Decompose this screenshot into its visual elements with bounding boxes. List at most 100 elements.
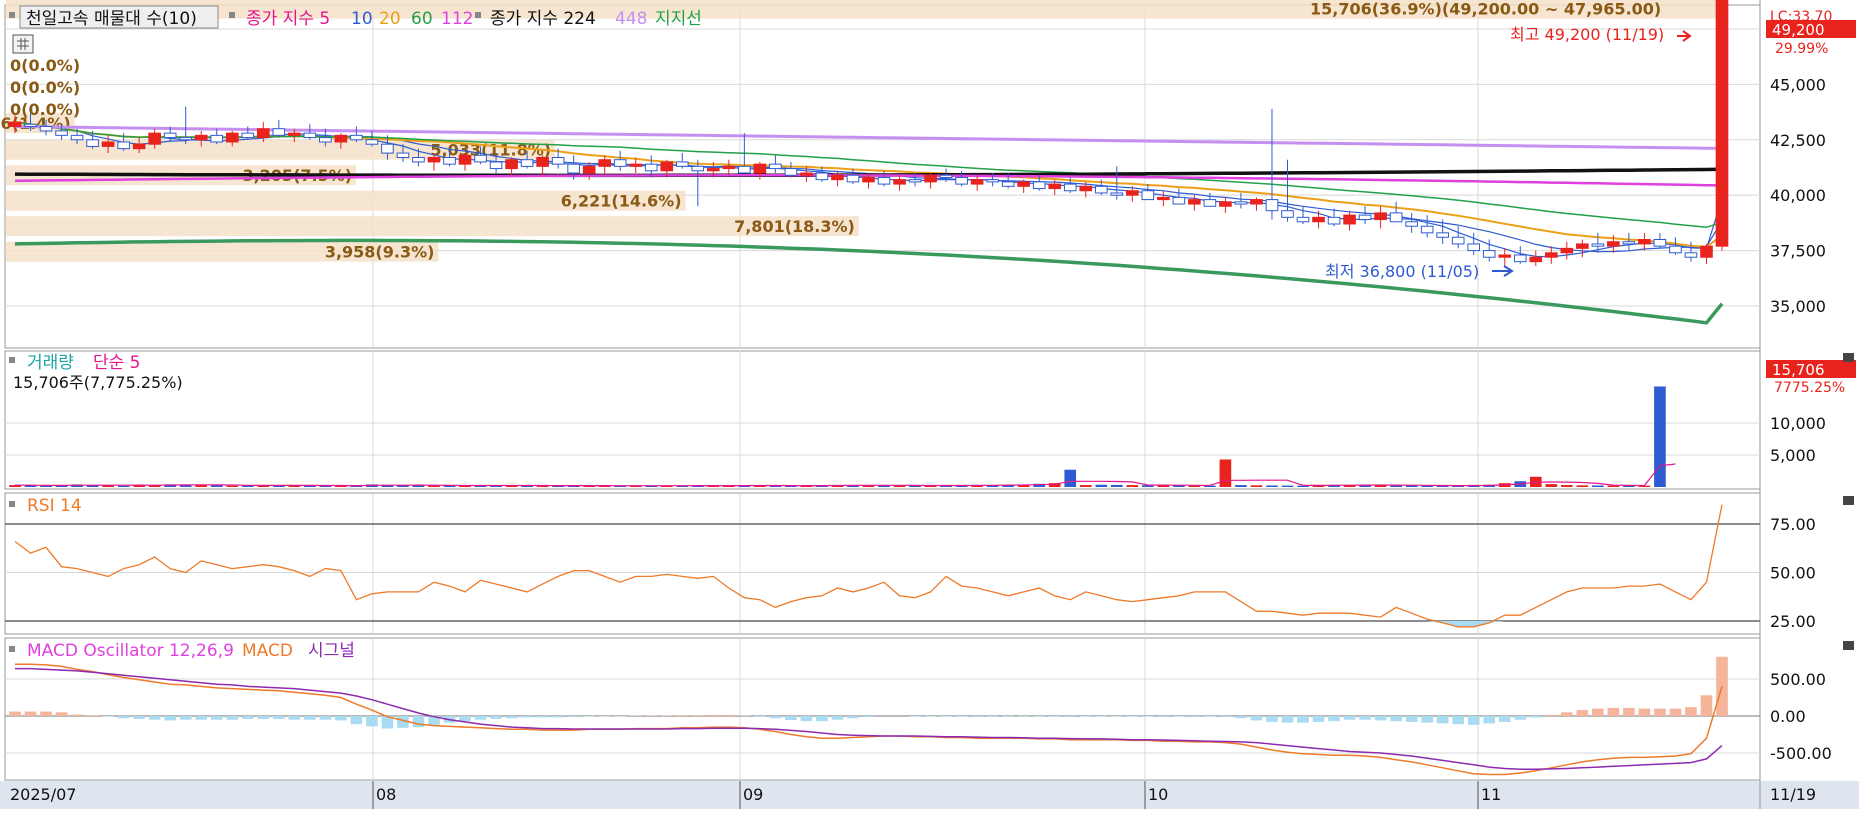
candle-body	[428, 158, 440, 162]
macd-axis-label: -500.00	[1770, 744, 1832, 763]
macd-oscillator-bar	[1297, 716, 1309, 723]
volume-bar	[1608, 486, 1620, 487]
close-icon[interactable]	[1843, 641, 1854, 650]
legend-ma448: 448	[615, 9, 647, 29]
macd-oscillator-bar	[1375, 716, 1387, 720]
volume-bar	[1577, 485, 1589, 487]
legend-bullet	[9, 12, 15, 18]
candle-body	[226, 133, 238, 142]
volume-bar	[226, 486, 238, 487]
macd-oscillator-bar	[490, 716, 502, 719]
macd-oscillator-bar	[40, 712, 52, 716]
stock-chart[interactable]: 15,706(36.9%)(49,200.00 ~ 47,965.00)596(…	[0, 0, 1859, 809]
macd-oscillator-bar	[164, 716, 176, 720]
volume-bar	[1561, 485, 1573, 487]
current-price-change: 29.99%	[1775, 41, 1828, 57]
candle-body	[739, 166, 751, 173]
candle-body	[180, 138, 192, 140]
volume-bar	[1545, 484, 1557, 487]
candle-body	[1514, 255, 1526, 262]
macd-axis-label: 0.00	[1770, 707, 1806, 726]
price-axis-label: 40,000	[1770, 186, 1826, 205]
macd-oscillator-bar	[1049, 716, 1061, 717]
candle-body	[320, 138, 332, 142]
legend-ma20: 20	[379, 9, 401, 29]
candle-body	[1111, 193, 1123, 195]
macd-oscillator-bar	[149, 716, 161, 720]
candle-body	[1313, 217, 1325, 221]
price-axis-label: 45,000	[1770, 75, 1826, 94]
volume-axis-label: 5,000	[1770, 446, 1816, 465]
macd-oscillator-bar	[1592, 709, 1604, 716]
candle-body	[1235, 202, 1247, 204]
current-price-value: 49,200	[1772, 21, 1825, 39]
candle-body	[1437, 233, 1449, 237]
candle-body	[816, 173, 828, 180]
macd-oscillator-bar	[1701, 695, 1713, 716]
volume-profile-label: 15,706(36.9%)(49,200.00 ~ 47,965.00)	[1310, 0, 1661, 19]
macd-oscillator-bar	[940, 716, 952, 717]
candle-body	[1080, 186, 1092, 190]
macd-oscillator-bar	[413, 716, 425, 727]
low-annotation: 최저 36,800 (11/05)	[1325, 262, 1479, 281]
candle-body	[1561, 248, 1573, 252]
legend-close-ma: 종가 지수 5	[246, 9, 330, 29]
close-icon[interactable]	[1843, 496, 1854, 505]
legend-macd: MACD	[242, 641, 293, 661]
macd-axis-label: 500.00	[1770, 670, 1826, 689]
candle-body	[40, 126, 52, 130]
candle-body	[707, 169, 719, 171]
macd-oscillator-bar	[9, 712, 21, 716]
candle-body	[1204, 200, 1216, 207]
candle-body	[894, 180, 906, 184]
volume-bar	[118, 486, 130, 487]
macd-oscillator-bar	[1483, 716, 1495, 723]
candle-body	[614, 160, 626, 167]
candle-body	[1577, 244, 1589, 248]
macd-oscillator-bar	[754, 716, 766, 717]
candle-body	[257, 129, 269, 138]
candle-body	[537, 158, 549, 167]
candle-body	[1623, 242, 1635, 244]
calculator-icon[interactable]	[13, 35, 33, 53]
candle-body	[940, 175, 952, 177]
macd-oscillator-bar	[676, 715, 688, 716]
candle-body	[195, 135, 207, 139]
macd-oscillator-bar	[335, 716, 347, 720]
candle-body	[273, 129, 285, 136]
macd-oscillator-bar	[1064, 716, 1076, 717]
candle-body	[1173, 197, 1185, 204]
macd-oscillator-bar	[1670, 709, 1682, 716]
macd-oscillator-bar	[242, 716, 254, 719]
volume-profile-label: 3,958(9.3%)	[325, 243, 435, 262]
legend-ma10: 10	[351, 9, 373, 29]
macd-oscillator-bar	[971, 716, 983, 717]
candle-body	[1002, 182, 1014, 186]
macd-oscillator-bar	[1002, 716, 1014, 717]
volume-bar	[1592, 485, 1604, 487]
candle-body	[1095, 186, 1107, 193]
macd-oscillator-bar	[1126, 716, 1138, 717]
macd-oscillator-bar	[1235, 716, 1247, 718]
volume-bar	[1266, 485, 1278, 487]
macd-oscillator-bar	[816, 716, 828, 721]
macd-oscillator-bar	[1685, 707, 1697, 716]
candle-body	[1483, 251, 1495, 258]
legend-close-ma224: 종가 지수 224	[490, 9, 596, 29]
x-axis-label: 10	[1148, 785, 1168, 804]
macd-oscillator-bar	[1421, 716, 1433, 723]
volume-profile-label: 7,801(18.3%)	[734, 217, 855, 236]
candle-body	[87, 140, 99, 147]
macd-oscillator-bar	[521, 716, 533, 717]
macd-oscillator-bar	[1654, 709, 1666, 716]
volume-bar	[1251, 485, 1263, 487]
close-icon[interactable]	[1843, 353, 1854, 362]
candle-body	[1701, 246, 1713, 257]
macd-oscillator-bar	[133, 716, 145, 719]
chart-window: 15,706(36.9%)(49,200.00 ~ 47,965.00)596(…	[0, 0, 1859, 809]
current-volume-value: 15,706	[1772, 361, 1825, 379]
candle-body	[863, 177, 875, 181]
candle-body	[382, 144, 394, 153]
macd-oscillator-bar	[552, 716, 564, 717]
candle-body	[506, 160, 518, 169]
